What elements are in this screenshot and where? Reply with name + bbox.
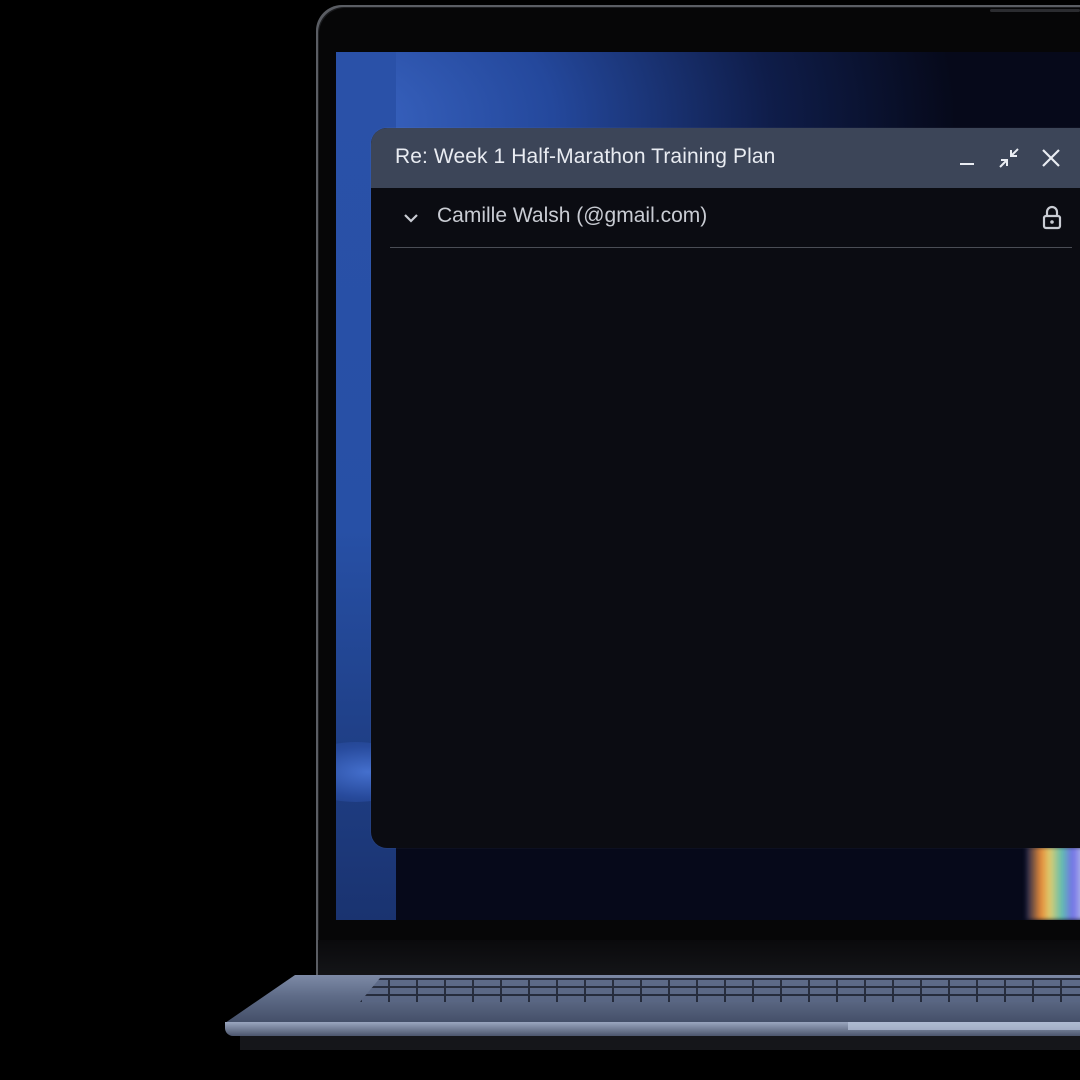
laptop-base-bottom (240, 1036, 1080, 1050)
exit-fullscreen-button[interactable] (993, 142, 1025, 174)
chevron-down-icon (404, 214, 418, 223)
laptop-hinge (318, 940, 1080, 976)
recipient-name: Camille Walsh (@gmail.com) (437, 204, 708, 227)
laptop-trackpad-edge (848, 1022, 1080, 1030)
laptop-camera-strip (990, 9, 1080, 12)
minimize-icon (960, 163, 974, 165)
lock-icon (1042, 205, 1062, 229)
exit-fullscreen-icon (999, 148, 1019, 168)
message-body[interactable] (371, 248, 1080, 848)
laptop-keyboard (360, 978, 1080, 1002)
reply-window-titlebar[interactable]: Re: Week 1 Half-Marathon Training Plan (371, 128, 1080, 188)
lock-icon-wrap (1040, 204, 1064, 230)
laptop-scene: Re: Week 1 Half-Marathon Training Plan C… (0, 0, 1080, 1080)
recipient-row[interactable]: Camille Walsh (@gmail.com) (390, 188, 1072, 248)
wallpaper-rainbow (1026, 847, 1080, 920)
minimize-button[interactable] (951, 142, 983, 174)
reply-window-title: Re: Week 1 Half-Marathon Training Plan (395, 145, 776, 168)
close-button[interactable] (1035, 142, 1067, 174)
expand-recipients-button[interactable] (399, 206, 423, 230)
close-icon (1042, 149, 1060, 167)
reply-window: Re: Week 1 Half-Marathon Training Plan C… (371, 128, 1080, 848)
